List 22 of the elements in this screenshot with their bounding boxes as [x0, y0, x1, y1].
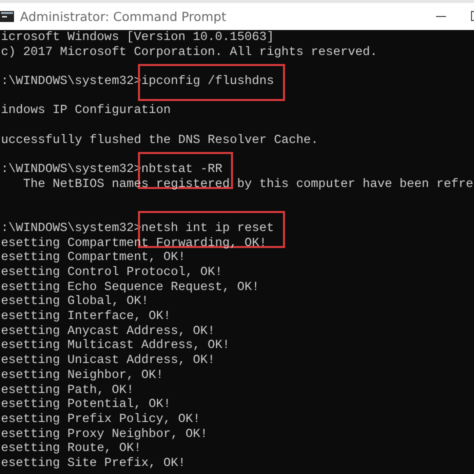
- console-output: uccessfully flushed the DNS Resolver Cache.: [1, 132, 318, 147]
- console-output: esetting Anycast Address, OK!: [1, 324, 216, 338]
- console-output: c) 2017 Microsoft Corporation. All rights reserved.: [1, 44, 378, 59]
- console-output: esetting Control Protocol, OK!: [1, 265, 222, 279]
- maximize-icon[interactable]: [471, 11, 474, 21]
- console-output: esetting Echo Sequence Request, OK!: [1, 280, 260, 294]
- console-output: esetting Unicast Address, OK!: [1, 353, 216, 368]
- console-output: esetting Prefix Policy, OK!: [1, 412, 200, 426]
- console-output: esetting Site Prefix, OK!: [1, 456, 186, 470]
- console-output: icrosoft Windows [Version 10.0.15063]: [1, 30, 274, 44]
- console-output: esetting Potential, OK!: [1, 397, 171, 412]
- console-output: indows IP Configuration: [1, 103, 171, 118]
- console-output: esetting Global, OK!: [1, 294, 149, 308]
- console-output: esetting Multicast Address, OK!: [1, 338, 230, 352]
- console-output: esetting Route, OK!: [1, 441, 142, 456]
- window-title: Administrator: Command Prompt: [20, 9, 226, 24]
- console-output: esetting Interface, OK!: [1, 309, 171, 324]
- console-output: esetting Compartment, OK!: [1, 250, 186, 264]
- console-output: esetting Path, OK!: [1, 382, 134, 396]
- console-output: esetting Neighbor, OK!: [1, 368, 164, 382]
- command-text: ipconfig /flushdns: [140, 66, 284, 99]
- console-output: esetting Proxy Neighbor, OK!: [1, 426, 208, 441]
